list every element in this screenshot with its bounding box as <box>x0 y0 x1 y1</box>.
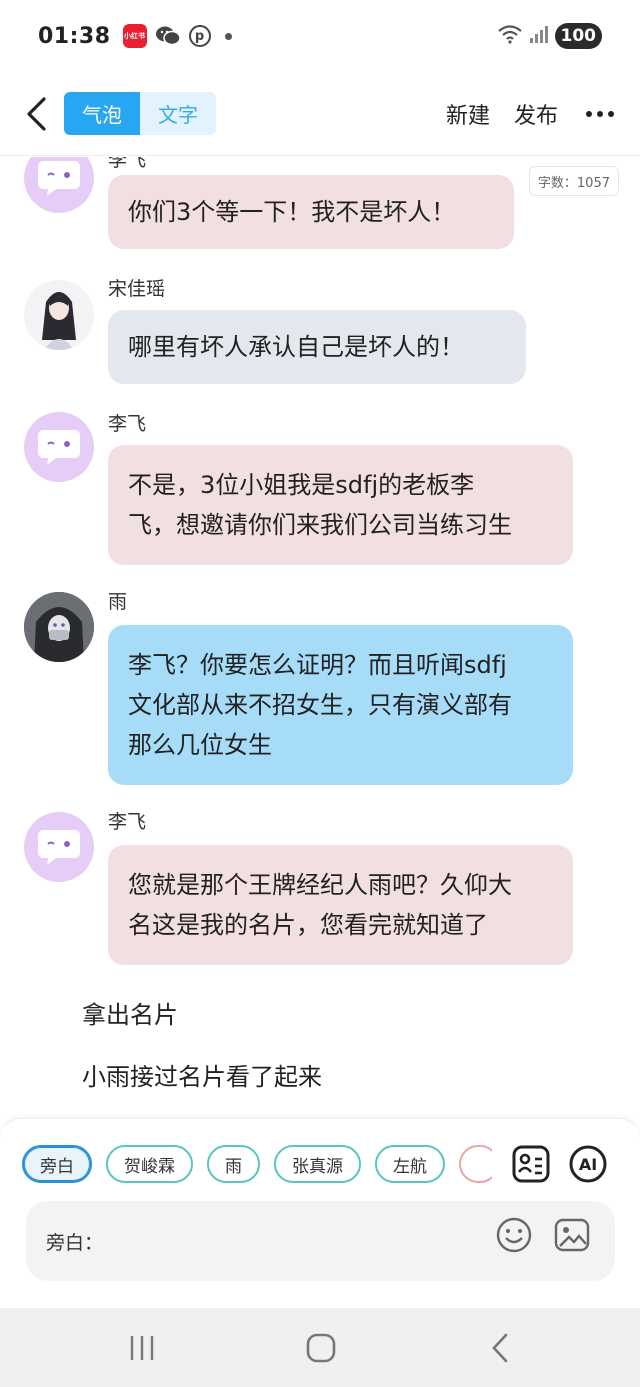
message-bubble[interactable]: 李飞？你要怎么证明？而且听闻sdfj 文化部从来不招女生，只有演义部有 那么几位… <box>108 625 573 785</box>
character-chip[interactable]: 张真源 <box>274 1145 361 1183</box>
speaker-name: 宋佳瑶 <box>108 278 166 300</box>
home-icon <box>306 1333 336 1363</box>
word-count-badge: 字数：1057 <box>528 166 619 196</box>
chat-bubble-face-icon <box>38 830 80 865</box>
narration-line[interactable]: 拿出名片 <box>82 995 178 1030</box>
message-text-line: 不是，3位小姐我是sdfj的老板李 <box>128 471 475 499</box>
image-button[interactable] <box>552 1215 592 1255</box>
chat-bubble-face-icon <box>38 430 80 465</box>
input-speaker-label: 旁白： <box>46 1231 104 1254</box>
pinterest-icon: p <box>188 25 211 47</box>
narration-line[interactable]: 小雨接过名片看了起来 <box>82 1057 322 1092</box>
compose-panel: 旁白 贺峻霖 雨 张真源 左航 AI 旁白： <box>0 1118 640 1308</box>
message-bubble[interactable]: 哪里有坏人承认自己是坏人的！ <box>108 310 526 384</box>
message-bubble[interactable]: 你们3个等一下！我不是坏人！ <box>108 175 514 249</box>
character-card-button[interactable] <box>510 1143 552 1185</box>
recent-apps-button[interactable] <box>122 1328 162 1368</box>
speaker-name: 李飞 <box>108 811 147 833</box>
character-chip[interactable]: 贺峻霖 <box>106 1145 193 1183</box>
tab-bubble[interactable]: 气泡 <box>64 92 140 135</box>
character-chip-partial[interactable] <box>459 1145 492 1183</box>
message-text-line: 那么几位女生 <box>128 731 272 759</box>
battery-indicator: 100 <box>554 23 602 49</box>
status-time: 01:38 <box>38 23 111 49</box>
smiley-icon <box>496 1217 532 1253</box>
message-text-line: 您就是那个王牌经纪人雨吧？久仰大 <box>128 871 512 899</box>
chevron-left-icon <box>27 96 46 131</box>
back-button[interactable] <box>16 94 56 134</box>
message-input[interactable]: 旁白： <box>26 1201 615 1281</box>
character-chip[interactable]: 左航 <box>375 1145 445 1183</box>
recent-apps-icon <box>130 1336 154 1360</box>
image-icon <box>554 1218 590 1252</box>
xiaohongshu-app-icon: 小红书 <box>122 24 147 48</box>
speaker-name: 李飞 <box>108 157 147 171</box>
speaker-name: 雨 <box>108 591 128 613</box>
status-bar: 01:38 小红书 p 100 <box>0 0 640 72</box>
avatar-lifei[interactable] <box>24 157 94 213</box>
message-text: 你们3个等一下！我不是坏人！ <box>128 198 456 226</box>
ai-button[interactable]: AI <box>567 1143 609 1185</box>
mode-tabs: 气泡 文字 <box>64 92 216 135</box>
message-text-line: 飞，想邀请你们来我们公司当练习生 <box>128 511 512 539</box>
publish-button[interactable]: 发布 <box>514 98 558 130</box>
avatar-lifei[interactable] <box>24 812 94 882</box>
back-arrow-icon <box>492 1333 508 1363</box>
status-indicators: 100 <box>497 23 602 49</box>
wifi-icon <box>497 24 523 48</box>
ai-label: AI <box>578 1154 598 1174</box>
tab-text[interactable]: 文字 <box>140 92 216 135</box>
new-button[interactable]: 新建 <box>446 98 490 130</box>
header-actions: 新建 发布 <box>446 98 614 130</box>
message-text-line: 名这是我的名片，您看完就知道了 <box>128 911 488 939</box>
speaker-name: 李飞 <box>108 413 147 435</box>
contact-card-icon <box>512 1145 550 1183</box>
wechat-icon <box>155 25 181 47</box>
message-text: 哪里有坏人承认自己是坏人的！ <box>128 333 464 361</box>
chat-bubble-face-icon <box>38 161 80 196</box>
chat-scroll-area[interactable]: 李飞 你们3个等一下！我不是坏人！ 字数：1057 宋佳瑶 哪里有坏人承认自己是… <box>0 157 640 1117</box>
character-portrait-icon <box>24 280 94 350</box>
message-bubble[interactable]: 不是，3位小姐我是sdfj的老板李 飞，想邀请你们来我们公司当练习生 <box>108 445 573 565</box>
more-notifications-dot <box>224 32 232 40</box>
system-navigation-bar <box>0 1308 640 1387</box>
character-chip[interactable]: 雨 <box>207 1145 260 1183</box>
character-chip-narration[interactable]: 旁白 <box>22 1145 92 1183</box>
avatar-song-jiayao[interactable] <box>24 280 94 350</box>
top-app-bar: 气泡 文字 新建 发布 <box>0 72 640 156</box>
home-button[interactable] <box>301 1328 341 1368</box>
message-bubble[interactable]: 您就是那个王牌经纪人雨吧？久仰大 名这是我的名片，您看完就知道了 <box>108 845 573 965</box>
system-back-button[interactable] <box>480 1328 520 1368</box>
notification-icons: 小红书 p <box>122 24 232 48</box>
avatar-yu[interactable] <box>24 592 94 662</box>
message-text-line: 文化部从来不招女生，只有演义部有 <box>128 691 512 719</box>
character-selector: 旁白 贺峻霖 雨 张真源 左航 <box>22 1145 492 1185</box>
emoji-button[interactable] <box>494 1215 534 1255</box>
more-options-icon[interactable] <box>586 110 614 117</box>
avatar-lifei[interactable] <box>24 412 94 482</box>
character-portrait-icon <box>24 592 94 662</box>
signal-icon <box>529 25 549 47</box>
message-text-line: 李飞？你要怎么证明？而且听闻sdfj <box>128 651 507 679</box>
